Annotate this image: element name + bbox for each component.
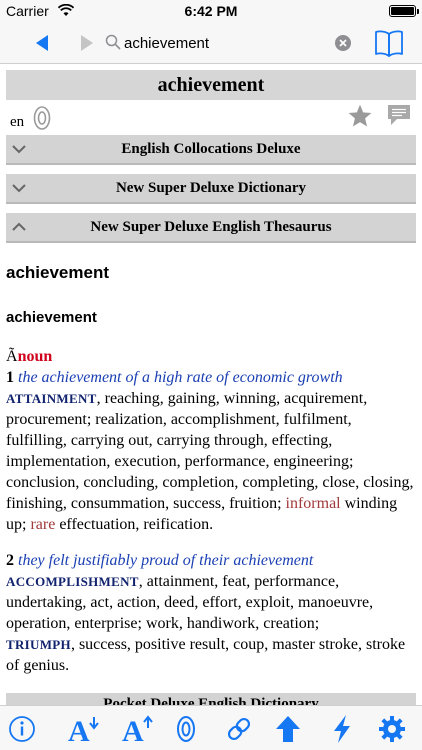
entry-subheading: achievement [6,309,97,326]
audio-icon[interactable] [33,105,51,131]
battery-icon [389,5,419,17]
pos-label: noun [17,348,53,365]
book-icon[interactable] [374,29,404,57]
section-title: Pocket Deluxe English Dictionary [103,696,319,705]
sense-1: 1 the achievement of a high rate of econ… [6,367,414,535]
note-comment-icon[interactable] [386,103,412,127]
headword-title: achievement [6,70,416,100]
section-title: English Collocations Deluxe [121,141,301,157]
search-input[interactable] [124,30,329,56]
part-of-speech: Ãnoun [6,346,52,367]
back-arrow-icon[interactable] [33,33,53,53]
status-bar: Carrier 6:42 PM [0,0,422,22]
bottom-toolbar: A A [0,705,422,750]
section-collocations[interactable]: English Collocations Deluxe [6,135,416,165]
register-label: rare [30,516,56,533]
font-increase-icon[interactable]: A [121,714,155,744]
section-thesaurus[interactable]: New Super Deluxe English Thesaurus [6,213,416,243]
flash-icon[interactable] [327,714,357,744]
svg-text:A: A [122,715,144,744]
sense-number: 2 [6,552,14,569]
register-label: informal [285,495,341,512]
head-synonym[interactable]: ACCOMPLISHMENT [6,574,139,589]
section-title: New Super Deluxe Dictionary [115,180,307,196]
info-icon[interactable] [7,714,37,744]
link-icon[interactable] [224,714,254,744]
section-super-deluxe-dictionary[interactable]: New Super Deluxe Dictionary [6,174,416,204]
svg-text:A: A [68,715,90,744]
head-synonym[interactable]: TRIUMPH [6,637,71,652]
favorite-star-icon[interactable] [347,103,373,129]
pos-prefix: Ã [6,348,18,365]
clock: 6:42 PM [184,3,238,19]
section-title: New Super Deluxe English Thesaurus [90,219,332,235]
search-icon [105,34,121,50]
sense-number: 1 [6,369,14,386]
arrow-up-icon[interactable] [273,714,303,744]
language-label: en [10,114,25,130]
head-synonym[interactable]: ATTAINMENT [6,391,97,406]
settings-gear-icon[interactable] [377,714,407,744]
sense-2: 2 they felt justifiably proud of their a… [6,550,414,676]
example-sentence: the achievement of a high rate of econom… [18,369,343,386]
audio-icon[interactable] [176,714,196,744]
dictionary-content: achievement en English Collocations Delu… [0,65,422,705]
section-pocket-dictionary[interactable]: Pocket Deluxe English Dictionary [6,693,416,705]
font-decrease-icon[interactable]: A [67,714,101,744]
forward-arrow-icon[interactable] [76,33,96,53]
navigation-bar [0,22,422,64]
synonym-list: , reaching, gaining, winning, acquiremen… [6,390,414,512]
clear-search-icon[interactable] [335,35,351,51]
entry-headword: achievement [6,263,109,282]
synonym-list: effectuation, reification. [55,516,214,533]
example-sentence: they felt justifiably proud of their ach… [18,552,314,569]
